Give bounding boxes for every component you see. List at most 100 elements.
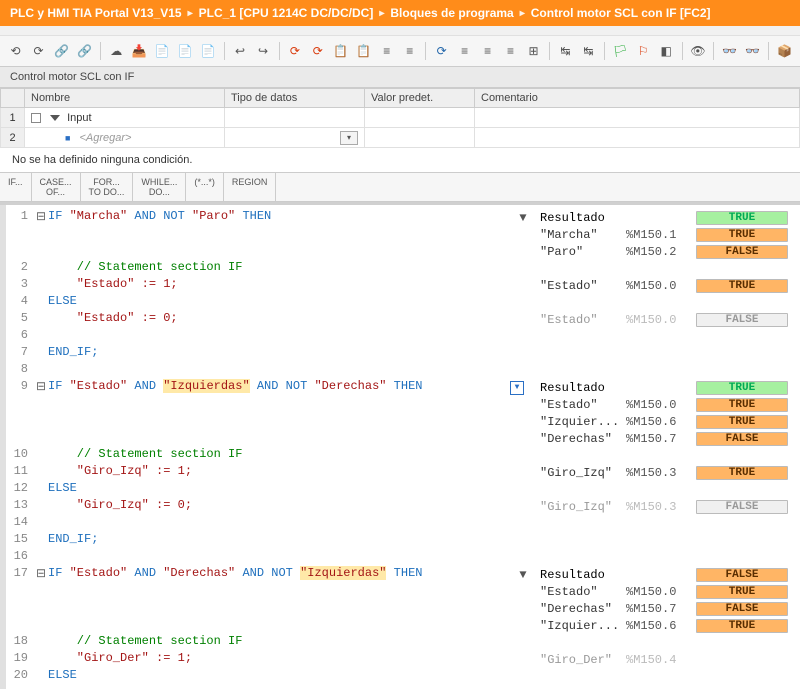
watch-var-value: FALSE — [696, 500, 788, 514]
toolbar-separator — [100, 42, 101, 60]
tb-btn-4[interactable]: 🔗 — [75, 40, 94, 62]
watch-var-value: TRUE — [696, 415, 788, 429]
line-number: 17 — [8, 566, 34, 580]
watch-var-addr: %M150.7 — [626, 432, 696, 446]
tb-btn-12[interactable]: ⟳ — [285, 40, 304, 62]
tb-btn-25[interactable]: 🏳 — [611, 40, 630, 62]
watch-var-addr: %M150.0 — [626, 585, 696, 599]
fold-icon[interactable]: ⊟ — [34, 209, 48, 224]
snippet-case[interactable]: CASE...OF... — [32, 173, 81, 201]
watch-row: "Giro_Izq"%M150.3TRUE — [510, 464, 800, 481]
watch-var-value: TRUE — [696, 398, 788, 412]
tb-btn-27[interactable]: ◧ — [657, 40, 676, 62]
tb-btn-1[interactable]: ⟲ — [6, 40, 25, 62]
tb-btn-monitor[interactable]: 👓 — [720, 40, 739, 62]
tb-btn-26[interactable]: ⚐ — [634, 40, 653, 62]
tb-btn-10[interactable]: ↩ — [231, 40, 250, 62]
watch-var-name: "Izquier... — [536, 619, 626, 633]
breadcrumb-item[interactable]: Control motor SCL con IF [FC2] — [531, 6, 711, 20]
watch-row: "Estado"%M150.0FALSE — [510, 311, 800, 328]
tb-btn-8[interactable]: 📄 — [176, 40, 195, 62]
line-number: 16 — [8, 549, 34, 563]
tb-btn-5[interactable]: ☁ — [107, 40, 126, 62]
tb-btn-monitor-off[interactable]: 👓 — [743, 40, 762, 62]
line-number: 13 — [8, 498, 34, 512]
col-header-comment[interactable]: Comentario — [475, 89, 800, 108]
watch-row: "Estado"%M150.0TRUE — [510, 396, 800, 413]
toolbar-separator — [549, 42, 550, 60]
line-number: 11 — [8, 464, 34, 478]
type-dropdown-icon[interactable]: ▾ — [340, 131, 358, 145]
tb-btn-3[interactable]: 🔗 — [52, 40, 71, 62]
tb-btn-23[interactable]: ↹ — [556, 40, 575, 62]
tb-btn-last[interactable]: 📦 — [775, 40, 794, 62]
snippet-region[interactable]: REGION — [224, 173, 277, 201]
watch-var-value: FALSE — [696, 568, 788, 582]
tb-btn-14[interactable]: 📋 — [331, 40, 350, 62]
watch-expand-icon[interactable]: ▼ — [510, 211, 536, 225]
watch-var-name: "Estado" — [536, 313, 626, 327]
bullet-icon: ■ — [65, 133, 70, 143]
tb-btn-7[interactable]: 📄 — [153, 40, 172, 62]
collapse-icon[interactable] — [50, 115, 60, 121]
var-section-name: Input — [67, 112, 91, 124]
watch-expand-icon[interactable]: ▼ — [510, 568, 536, 582]
watch-var-addr: %M150.1 — [626, 228, 696, 242]
tb-btn-24[interactable]: ↹ — [579, 40, 598, 62]
tb-btn-9[interactable]: 📄 — [199, 40, 218, 62]
tb-btn-21[interactable]: ≡ — [501, 40, 520, 62]
snippet-comment[interactable]: (*...*) — [186, 173, 224, 201]
block-title: Control motor SCL con IF — [0, 67, 800, 88]
tb-btn-15[interactable]: 📋 — [354, 40, 373, 62]
fold-icon[interactable]: ⊟ — [34, 566, 48, 581]
var-row-input[interactable]: 1 Input — [1, 108, 800, 128]
watch-row: "Derechas"%M150.7FALSE — [510, 430, 800, 447]
watch-row: ▼ResultadoTRUE — [510, 209, 800, 226]
col-header-default[interactable]: Valor predet. — [365, 89, 475, 108]
watch-var-name: "Estado" — [536, 585, 626, 599]
tb-btn-17[interactable]: ≡ — [400, 40, 419, 62]
col-header-type[interactable]: Tipo de datos — [225, 89, 365, 108]
var-row-add[interactable]: 2 ■ <Agregar> ▾ — [1, 128, 800, 148]
watch-row: "Giro_Izq"%M150.3FALSE — [510, 498, 800, 515]
line-number: 20 — [8, 668, 34, 682]
watch-var-addr: %M150.0 — [626, 398, 696, 412]
watch-var-addr: %M150.3 — [626, 500, 696, 514]
add-placeholder[interactable]: <Agregar> — [80, 132, 132, 144]
row-number: 1 — [1, 108, 25, 128]
breadcrumb-item[interactable]: PLC y HMI TIA Portal V13_V15 — [10, 6, 182, 20]
watch-var-value: TRUE — [696, 211, 788, 225]
watch-row — [510, 260, 800, 277]
snippet-if[interactable]: IF... — [0, 173, 32, 201]
breadcrumb-sep: ▸ — [520, 8, 525, 19]
line-number: 2 — [8, 260, 34, 274]
snippet-while[interactable]: WHILE...DO... — [133, 173, 186, 201]
tb-btn-18[interactable]: ⟳ — [432, 40, 451, 62]
watch-expand-icon[interactable]: ▼ — [510, 381, 524, 395]
watch-row: "Izquier...%M150.6TRUE — [510, 617, 800, 634]
col-header-blank — [1, 89, 25, 108]
tb-btn-11[interactable]: ↪ — [254, 40, 273, 62]
tb-btn-13[interactable]: ⟳ — [308, 40, 327, 62]
col-header-name[interactable]: Nombre — [25, 89, 225, 108]
tb-btn-2[interactable]: ⟳ — [29, 40, 48, 62]
tb-btn-6[interactable]: 📥 — [130, 40, 149, 62]
tb-btn-22[interactable]: ⊞ — [524, 40, 543, 62]
watch-var-value: TRUE — [696, 585, 788, 599]
watch-var-addr: %M150.2 — [626, 245, 696, 259]
watch-row — [510, 634, 800, 651]
fold-icon[interactable]: ⊟ — [34, 379, 48, 394]
watch-var-value: TRUE — [696, 228, 788, 242]
toolbar-spacer — [0, 26, 800, 36]
tb-btn-28[interactable]: 👁 — [688, 40, 707, 62]
watch-row: ▼ResultadoFALSE — [510, 566, 800, 583]
breadcrumb-item[interactable]: Bloques de programa — [390, 6, 513, 20]
breadcrumb-item[interactable]: PLC_1 [CPU 1214C DC/DC/DC] — [199, 6, 374, 20]
snippet-for[interactable]: FOR...TO DO... — [81, 173, 134, 201]
tb-btn-19[interactable]: ≡ — [455, 40, 474, 62]
tb-btn-20[interactable]: ≡ — [478, 40, 497, 62]
tb-btn-16[interactable]: ≡ — [377, 40, 396, 62]
var-decl-icon — [31, 113, 41, 123]
toolbar-separator — [224, 42, 225, 60]
watch-var-name: "Estado" — [536, 279, 626, 293]
